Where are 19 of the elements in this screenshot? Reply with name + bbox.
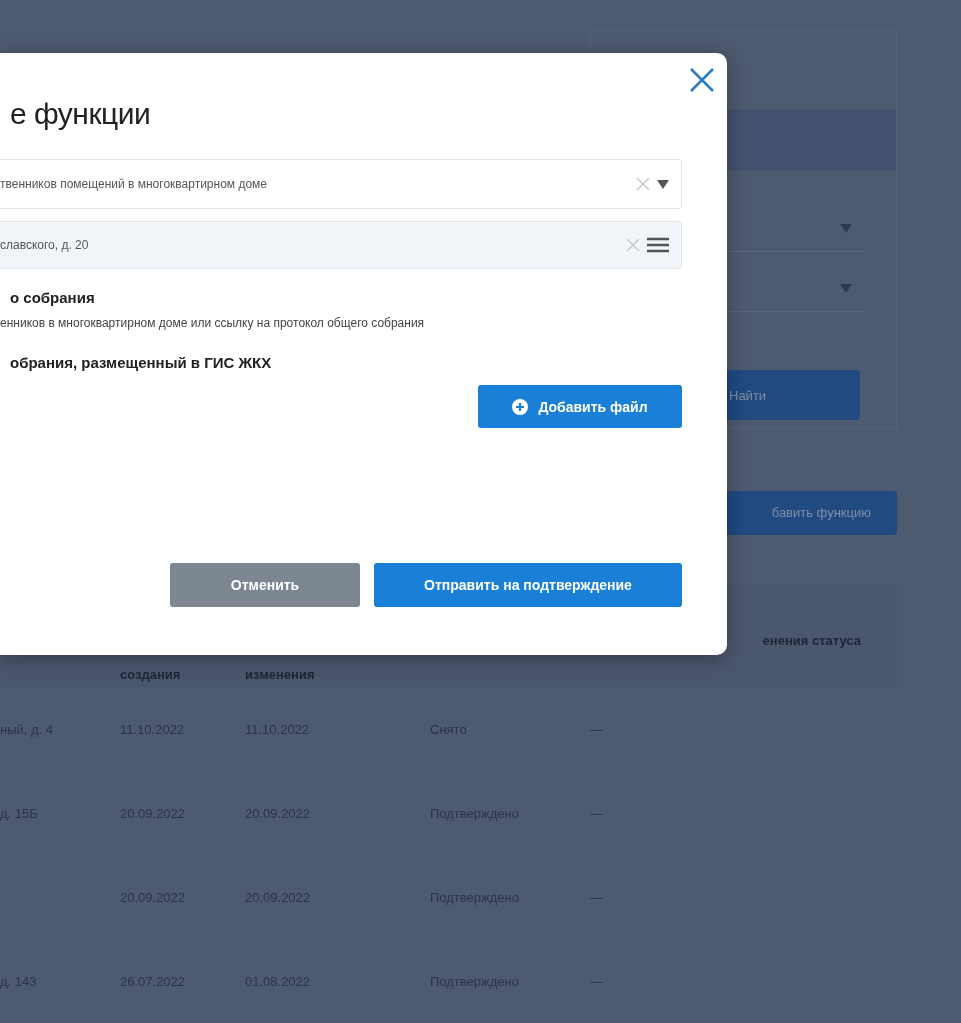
table-cell-text: — [590,889,604,905]
section-title: о собрания [10,289,96,306]
table-cell-text: — [590,722,604,738]
dropdown-caret-icon[interactable] [657,179,669,189]
table-cell-text: — [590,973,604,989]
submit-button[interactable]: Отправить на подтверждение [374,563,682,607]
menu-icon[interactable] [647,237,669,253]
add-file-button[interactable]: Добавить файл [478,385,682,428]
table-cell-text: — [590,806,604,822]
modal-title: е функции [10,97,152,131]
section-description: енников в многоквартирном доме или ссылку на протокол общего собрания [0,316,426,330]
select-field[interactable]: твенников помещений в многоквартирном доме [0,159,682,209]
dropdown-caret-icon [840,224,852,233]
dropdown-caret-icon [840,284,852,293]
address-field[interactable]: славского, д. 20 [0,221,682,269]
plus-circle-icon [512,398,529,415]
cancel-button[interactable]: Отменить [170,563,360,607]
upload-title: обрания, размещенный в ГИС ЖКХ [10,354,273,371]
close-icon[interactable] [689,67,715,93]
